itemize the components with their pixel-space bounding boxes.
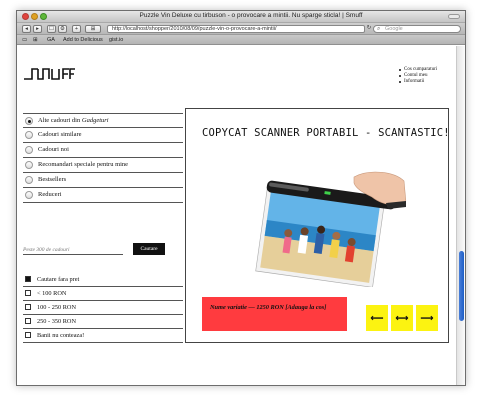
product-photo bbox=[255, 171, 406, 287]
radio-icon bbox=[25, 191, 33, 199]
site-search-input[interactable] bbox=[23, 245, 123, 255]
price-filter-any[interactable]: Cautare fara pret bbox=[23, 273, 183, 287]
sidebar-item-recommendations[interactable]: Recomandari speciale pentru mine bbox=[23, 158, 183, 173]
web-page: Cos cumparaturi Contul meu Informatii Al… bbox=[17, 46, 457, 385]
sidebar-nav: Alte cadouri din Gadgeturi Cadouri simil… bbox=[23, 113, 183, 203]
site-logo[interactable] bbox=[23, 66, 75, 87]
checkbox-icon bbox=[25, 318, 31, 324]
price-add-to-cart[interactable]: Nume variatie — 1250 RON [Adauga la cos] bbox=[202, 297, 347, 331]
price-text: Nume variatie — 1250 RON [Adauga la cos] bbox=[210, 304, 327, 311]
radio-icon bbox=[25, 131, 33, 139]
price-filter-label: Cautare fara pret bbox=[37, 276, 80, 283]
bookmark-gist-io[interactable]: gist.io bbox=[109, 36, 123, 44]
sidebar-item-prefix: Alte cadouri din bbox=[38, 117, 82, 124]
checkbox-icon bbox=[25, 332, 31, 338]
bookmark-ga[interactable]: GA bbox=[47, 36, 55, 44]
site-search: Cautare bbox=[23, 243, 183, 257]
sidebar-item-label: Reduceri bbox=[38, 191, 62, 198]
sidebar-item-label: Cadouri similare bbox=[38, 131, 82, 138]
bullet-icon bbox=[399, 75, 401, 77]
sidebar-item-new[interactable]: Cadouri noi bbox=[23, 143, 183, 158]
price-filter-label: < 100 RON bbox=[37, 290, 67, 297]
browser-window: Puzzle Vin Deluxe cu tirbuson - o provoc… bbox=[16, 10, 466, 386]
account-links: Cos cumparaturi Contul meu Informatii bbox=[399, 67, 437, 85]
bookmark-add-to-delicious[interactable]: Add to Delicious bbox=[63, 36, 103, 44]
price-filter-no-limit[interactable]: Banii nu conteaza! bbox=[23, 329, 183, 343]
smuff-logo-icon bbox=[24, 68, 75, 80]
toolbar-toggle-button[interactable] bbox=[448, 14, 460, 19]
back-icon[interactable]: ◂ bbox=[22, 25, 31, 33]
price-filter-under-100[interactable]: < 100 RON bbox=[23, 287, 183, 301]
sidebar-item-discounts[interactable]: Reduceri bbox=[23, 188, 183, 203]
product-title: COPYCAT SCANNER PORTABIL - SCANTASTIC! bbox=[202, 127, 450, 139]
next-arrow-icon[interactable]: ⟶ bbox=[416, 305, 438, 331]
scrollbar-thumb[interactable] bbox=[459, 251, 464, 321]
price-filter: Cautare fara pret < 100 RON 100 - 250 RO… bbox=[23, 273, 183, 343]
title-bar: Puzzle Vin Deluxe cu tirbuson - o provoc… bbox=[17, 11, 465, 23]
checkbox-icon bbox=[25, 290, 31, 296]
add-bookmark-icon[interactable]: + bbox=[72, 25, 81, 33]
close-window-button[interactable] bbox=[22, 13, 29, 20]
reload-icon[interactable]: ↻ bbox=[366, 25, 372, 33]
forward-icon[interactable]: ▸ bbox=[33, 25, 42, 33]
browser-search-field[interactable]: ⌕ Google bbox=[373, 25, 461, 33]
checkbox-icon bbox=[25, 304, 31, 310]
bullet-icon bbox=[399, 69, 401, 71]
info-link[interactable]: Informatii bbox=[399, 79, 437, 85]
zoom-window-button[interactable] bbox=[40, 13, 47, 20]
sidebar-item-bestsellers[interactable]: Bestsellers bbox=[23, 173, 183, 188]
window-title: Puzzle Vin Deluxe cu tirbuson - o provoc… bbox=[139, 12, 363, 19]
bullet-icon bbox=[399, 81, 401, 83]
sidebar-item-similar[interactable]: Cadouri similare bbox=[23, 128, 183, 143]
browser-toolbar: ◂ ▸ ☐ ⚙ + ⊞ http://localhost/shopper/201… bbox=[17, 23, 465, 35]
price-filter-100-250[interactable]: 100 - 250 RON bbox=[23, 301, 183, 315]
sidebar-item-category: Gadgeturi bbox=[81, 117, 109, 124]
sidebar-item-label: Cadouri noi bbox=[38, 146, 69, 153]
shuffle-arrow-icon[interactable]: ⟷ bbox=[391, 305, 413, 331]
radio-icon bbox=[25, 146, 33, 154]
search-button[interactable]: Cautare bbox=[133, 243, 165, 255]
settings-icon[interactable]: ⚙ bbox=[58, 25, 67, 33]
sidebar-item-label: Recomandari speciale pentru mine bbox=[38, 161, 129, 168]
browser-logo-icon[interactable]: ⊞ bbox=[85, 25, 101, 33]
bookmark-page-icon[interactable]: ☐ bbox=[47, 25, 56, 33]
price-filter-250-350[interactable]: 250 - 350 RON bbox=[23, 315, 183, 329]
search-icon: ⌕ bbox=[377, 26, 381, 32]
radio-icon bbox=[25, 161, 33, 169]
address-url: http://localhost/shopper/2010/08/09/puzz… bbox=[112, 26, 277, 32]
radio-selected-icon bbox=[25, 117, 33, 125]
grid-icon[interactable]: ⊞ bbox=[33, 36, 38, 44]
checkbox-checked-icon bbox=[25, 276, 31, 282]
vertical-scrollbar[interactable] bbox=[456, 46, 465, 385]
bookmarks-bar: ▭ ⊞ GA Add to Delicious gist.io bbox=[17, 35, 465, 45]
price-filter-label: 250 - 350 RON bbox=[37, 318, 77, 325]
open-book-icon[interactable]: ▭ bbox=[22, 36, 27, 44]
minimize-window-button[interactable] bbox=[31, 13, 38, 20]
previous-arrow-icon[interactable]: ⟵ bbox=[366, 305, 388, 331]
address-bar[interactable]: http://localhost/shopper/2010/08/09/puzz… bbox=[107, 25, 365, 33]
radio-icon bbox=[25, 176, 33, 184]
sidebar-item-other-gifts[interactable]: Alte cadouri din Gadgeturi bbox=[23, 113, 183, 128]
price-filter-label: 100 - 250 RON bbox=[37, 304, 77, 311]
product-panel: COPYCAT SCANNER PORTABIL - SCANTASTIC! N… bbox=[185, 108, 450, 343]
info-link-label: Informatii bbox=[404, 79, 425, 84]
browser-search-placeholder: Google bbox=[385, 26, 403, 32]
sidebar-item-label: Bestsellers bbox=[38, 176, 67, 183]
price-filter-label: Banii nu conteaza! bbox=[37, 332, 85, 339]
